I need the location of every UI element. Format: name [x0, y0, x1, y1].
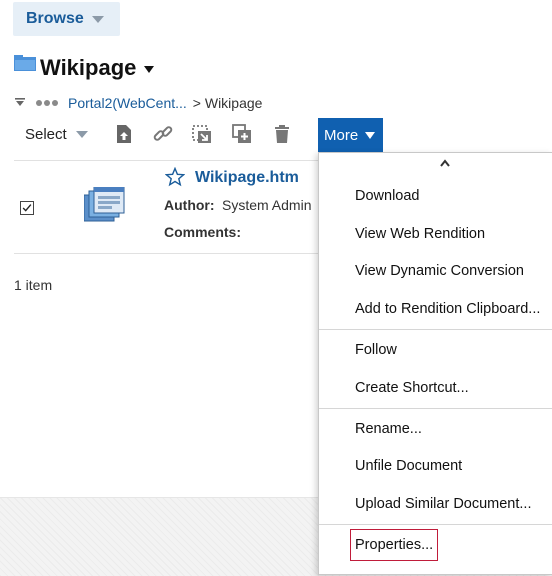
divider	[14, 253, 318, 254]
browse-label: Browse	[26, 10, 84, 27]
upload-version-icon[interactable]	[114, 123, 136, 145]
menu-item-view-web-rendition[interactable]: View Web Rendition	[355, 226, 485, 242]
chevron-down-icon	[75, 131, 88, 138]
breadcrumb-current: > Wikipage	[192, 95, 263, 111]
chevron-down-icon	[91, 15, 104, 23]
copy-icon[interactable]	[231, 123, 253, 145]
menu-item-add-to-rendition-clipboard[interactable]: Add to Rendition Clipboard...	[355, 301, 540, 317]
more-label: More	[324, 126, 359, 144]
ellipsis-icon[interactable]	[36, 100, 60, 106]
select-label: Select	[25, 126, 67, 143]
chevron-up-icon[interactable]	[440, 159, 450, 167]
author-label: Author:	[164, 197, 215, 213]
browse-button[interactable]: Browse	[13, 2, 120, 36]
star-icon[interactable]	[165, 167, 185, 187]
breadcrumb: Portal2(WebCent... > Wikipage	[14, 94, 262, 112]
menu-item-upload-similar-document[interactable]: Upload Similar Document...	[355, 496, 532, 512]
trash-icon[interactable]	[271, 123, 293, 145]
chevron-down-icon	[365, 131, 376, 139]
menu-item-follow[interactable]: Follow	[355, 342, 397, 358]
menu-divider	[319, 408, 552, 409]
menu-item-view-dynamic-conversion[interactable]: View Dynamic Conversion	[355, 263, 524, 279]
select-dropdown[interactable]: Select	[25, 126, 88, 143]
folder-icon	[14, 55, 36, 71]
page-title: Wikipage	[40, 55, 137, 80]
link-icon[interactable]	[152, 123, 174, 145]
menu-item-properties[interactable]: Properties...	[355, 537, 433, 553]
menu-divider	[319, 329, 552, 330]
move-icon[interactable]	[191, 123, 213, 145]
item-count: 1 item	[14, 277, 53, 293]
menu-item-download[interactable]: Download	[355, 188, 420, 204]
author-value: System Admin	[222, 197, 312, 213]
collapse-icon[interactable]	[14, 97, 26, 109]
menu-item-create-shortcut[interactable]: Create Shortcut...	[355, 380, 469, 396]
comments-label: Comments:	[164, 224, 242, 240]
checkbox-checked-icon[interactable]	[20, 201, 34, 215]
document-thumbnail-icon[interactable]	[84, 187, 126, 223]
menu-item-unfile-document[interactable]: Unfile Document	[355, 458, 462, 474]
title-menu-chevron-icon[interactable]	[144, 66, 154, 73]
document-name-link[interactable]: Wikipage.htm	[195, 169, 299, 187]
more-button[interactable]: More	[318, 118, 383, 152]
menu-divider	[319, 524, 552, 525]
menu-item-rename[interactable]: Rename...	[355, 421, 422, 437]
breadcrumb-parent-link[interactable]: Portal2(WebCent...	[68, 95, 187, 111]
